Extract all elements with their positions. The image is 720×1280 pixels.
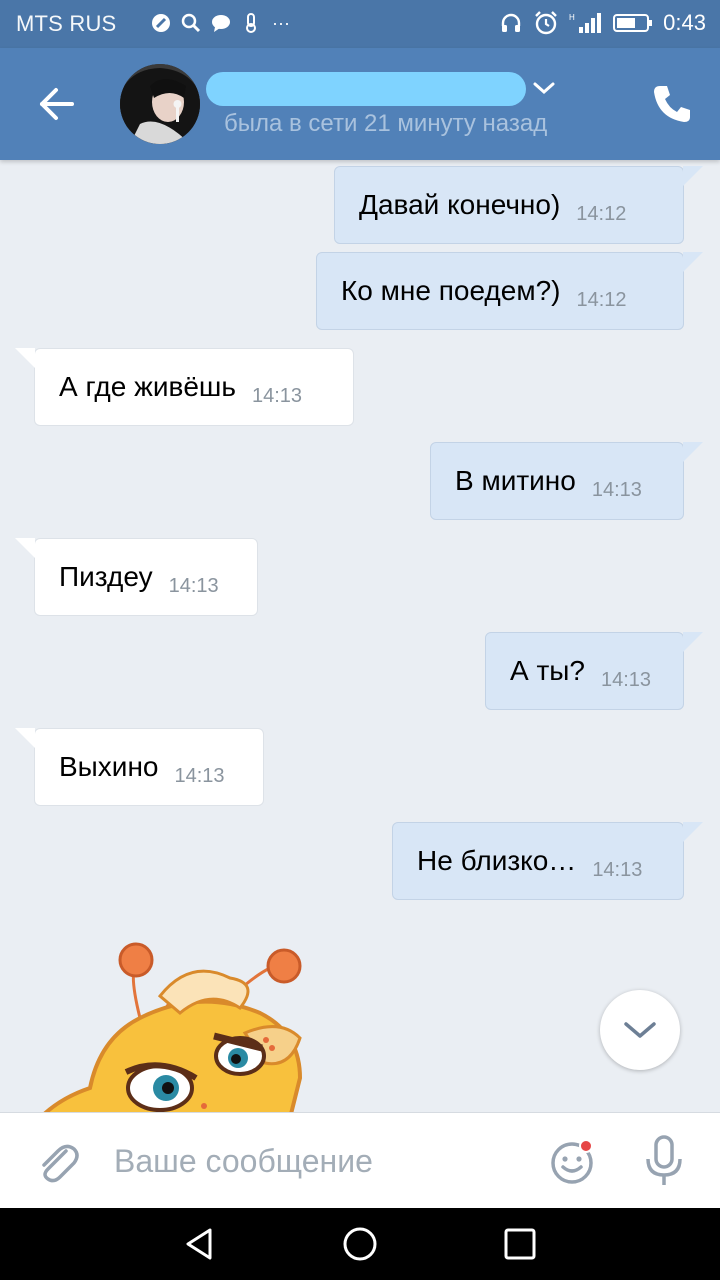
message-time: 14:12 [576, 288, 627, 311]
message-time: 14:13 [174, 764, 225, 787]
back-button[interactable] [30, 80, 82, 128]
message-incoming[interactable]: Выхино 14:13 [15, 728, 264, 806]
message-outgoing[interactable]: А ты? 14:13 [485, 632, 703, 710]
message-time: 14:13 [591, 478, 642, 501]
message-outgoing[interactable]: Ко мне поедем?) 14:12 [316, 252, 703, 330]
message-text: Давай конечно) [359, 189, 561, 220]
message-text: Пиздеу [59, 561, 153, 592]
scroll-down-button[interactable] [600, 990, 680, 1070]
message-outgoing[interactable]: Не близко… 14:13 [392, 822, 703, 900]
status-bar: MTS RUS ··· H 0:43 [0, 0, 720, 48]
message-time: 14:13 [592, 858, 643, 881]
alarm-icon [535, 11, 558, 35]
message-time: 14:13 [251, 384, 303, 407]
system-indicators: H 0:43 [499, 10, 706, 36]
last-seen-status: была в сети 21 минуту назад [224, 110, 548, 137]
message-list[interactable]: Давай конечно) 14:12 Ко мне поедем?) 14:… [0, 160, 720, 1112]
smiley-icon[interactable] [548, 1137, 596, 1185]
message-time: 14:13 [600, 668, 652, 691]
system-nav-bar [0, 1208, 720, 1280]
carrier-name: MTS RUS [16, 11, 117, 36]
message-text: А ты? [510, 655, 585, 686]
more-icon: ··· [272, 13, 290, 33]
message-outgoing[interactable]: Давай конечно) 14:12 [334, 166, 703, 244]
avatar[interactable] [120, 64, 200, 144]
message-text: Не близко… [417, 845, 577, 876]
message-incoming[interactable]: А где живёшь 14:13 [15, 348, 354, 426]
home-circle-icon[interactable] [342, 1226, 378, 1262]
clock: 0:43 [663, 10, 706, 35]
message-outgoing[interactable]: В митино 14:13 [430, 442, 703, 520]
phone-icon[interactable] [650, 82, 694, 126]
message-incoming[interactable]: Пиздеу 14:13 [15, 538, 258, 616]
message-text: Выхино [59, 751, 159, 782]
message-input-bar [0, 1112, 720, 1208]
thermometer-icon [240, 12, 262, 34]
notification-icons: ··· [150, 12, 292, 34]
chevron-down-icon[interactable] [532, 78, 556, 98]
message-time: 14:13 [168, 574, 219, 597]
battery-icon [613, 14, 653, 32]
chevron-down-icon [624, 1022, 656, 1038]
microphone-icon[interactable] [642, 1135, 686, 1187]
message-text: Ко мне поедем?) [341, 275, 561, 306]
recents-square-icon[interactable] [502, 1226, 538, 1262]
signal-icon: H [569, 13, 602, 33]
search-icon [180, 12, 202, 34]
sticker-image[interactable] [40, 938, 320, 1112]
headphones-icon [501, 13, 521, 32]
message-time: 14:12 [576, 202, 627, 225]
paperclip-icon[interactable] [34, 1137, 80, 1185]
message-input[interactable] [114, 1135, 534, 1187]
svg-text:H: H [569, 13, 575, 22]
back-triangle-icon[interactable] [182, 1226, 218, 1262]
arrow-left-icon [40, 88, 74, 120]
contact-name[interactable] [206, 72, 526, 106]
chat-icon [210, 12, 232, 34]
message-text: В митино [455, 465, 576, 496]
broom-icon [150, 12, 172, 34]
chat-header: была в сети 21 минуту назад [0, 48, 720, 160]
message-text: А где живёшь [59, 371, 236, 402]
